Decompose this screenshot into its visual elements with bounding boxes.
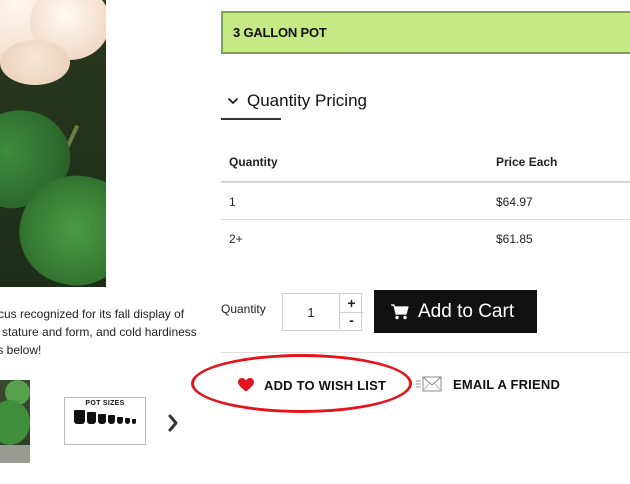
chevron-right-icon[interactable] bbox=[164, 410, 182, 436]
quantity-label: Quantity bbox=[221, 302, 266, 316]
size-option-label: 3 GALLON POT bbox=[233, 25, 327, 40]
add-to-cart-label: Add to Cart bbox=[418, 300, 515, 322]
flower-petal bbox=[0, 40, 70, 85]
pot-sizes-illustration bbox=[67, 410, 143, 424]
heart-icon bbox=[238, 378, 254, 392]
description-line: scus recognized for its fall display of bbox=[0, 307, 185, 321]
description-line: e stature and form, and cold hardiness bbox=[0, 325, 197, 339]
thumbnail-pot-sizes[interactable]: POT SIZES bbox=[64, 397, 146, 445]
pot-sizes-title: POT SIZES bbox=[85, 400, 125, 407]
thumbnail-ground bbox=[0, 445, 30, 463]
quantity-increment-button[interactable]: + bbox=[339, 294, 363, 313]
add-to-wish-list-link[interactable]: ADD TO WISH LIST bbox=[238, 375, 386, 395]
pot-shape bbox=[98, 414, 106, 424]
pot-shape bbox=[108, 415, 115, 424]
pot-shape bbox=[132, 419, 136, 424]
price-cell: $64.97 bbox=[496, 195, 533, 209]
wish-list-label: ADD TO WISH LIST bbox=[264, 377, 387, 393]
thumbnail-plant[interactable] bbox=[0, 380, 30, 463]
table-header-row: Quantity Price Each bbox=[221, 143, 630, 183]
email-friend-label: EMAIL A FRIEND bbox=[453, 376, 561, 392]
quantity-stepper: + - bbox=[282, 293, 363, 331]
pot-shape bbox=[74, 410, 85, 424]
add-to-cart-button[interactable]: Add to Cart bbox=[374, 290, 537, 333]
thumbnail-leaf bbox=[0, 400, 30, 445]
cart-icon bbox=[391, 303, 409, 319]
quantity-cell: 2+ bbox=[229, 232, 243, 246]
envelope-icon bbox=[416, 376, 442, 392]
column-header-price: Price Each bbox=[496, 155, 558, 169]
pot-shape bbox=[117, 417, 123, 424]
column-header-quantity: Quantity bbox=[229, 155, 278, 169]
active-tab-underline bbox=[221, 118, 281, 120]
email-a-friend-link[interactable]: EMAIL A FRIEND bbox=[416, 374, 560, 394]
price-cell: $61.85 bbox=[496, 232, 533, 246]
table-row: 2+ $61.85 bbox=[221, 219, 630, 258]
chevron-down-icon bbox=[228, 98, 238, 104]
pot-shape bbox=[125, 418, 130, 424]
quantity-pricing-title: Quantity Pricing bbox=[247, 91, 367, 110]
quantity-input[interactable] bbox=[283, 294, 339, 330]
quantity-decrement-button[interactable]: - bbox=[339, 312, 363, 329]
quantity-pricing-toggle[interactable]: Quantity Pricing bbox=[221, 84, 367, 118]
product-main-image[interactable] bbox=[0, 0, 106, 287]
quantity-cell: 1 bbox=[229, 195, 236, 209]
divider bbox=[221, 352, 630, 353]
table-row: 1 $64.97 bbox=[221, 182, 630, 221]
pot-shape bbox=[87, 412, 96, 424]
selected-size-option[interactable]: 3 GALLON POT bbox=[221, 11, 630, 54]
description-line: ils below! bbox=[0, 343, 42, 357]
product-description: scus recognized for its fall display of … bbox=[0, 305, 197, 359]
